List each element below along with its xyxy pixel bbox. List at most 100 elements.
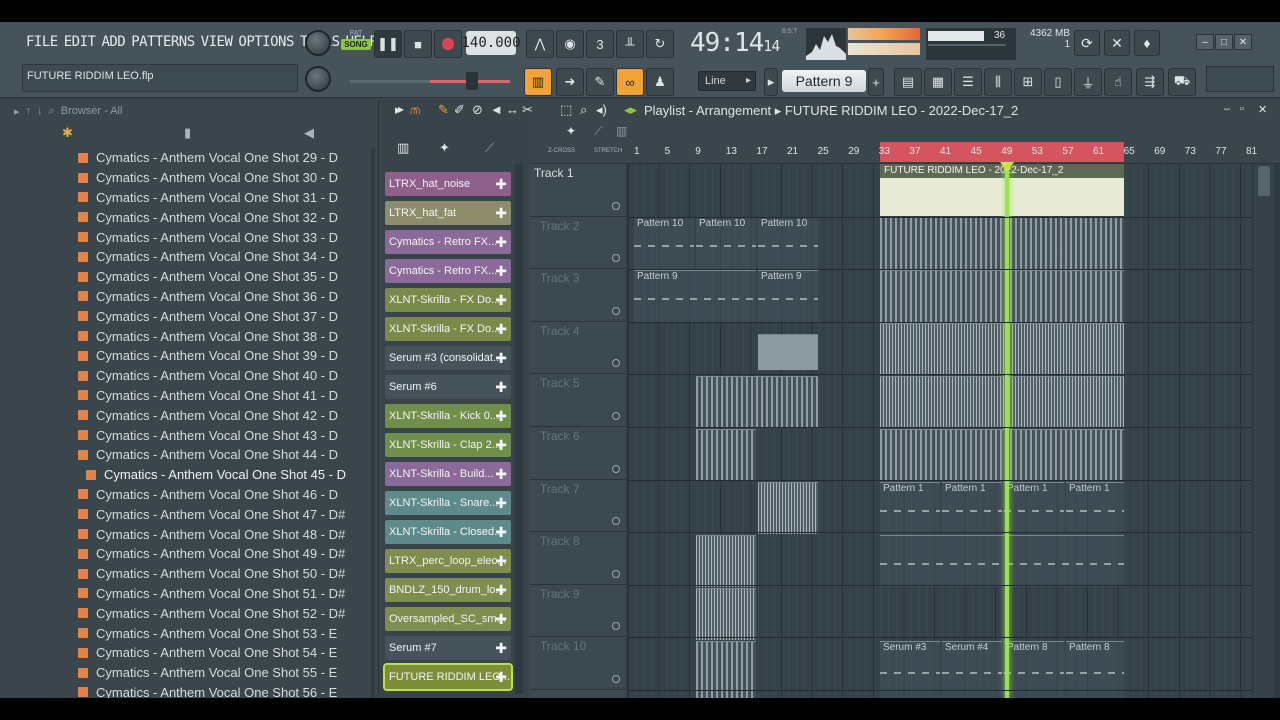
metronome-view-button[interactable]: ♟ [646, 68, 674, 96]
drag-handle-icon[interactable]: ✚ [495, 321, 507, 338]
drag-handle-icon[interactable]: ✚ [495, 553, 507, 570]
pause-button[interactable]: ❚❚ [374, 30, 402, 58]
metronome-button[interactable]: ⋀ [526, 30, 554, 58]
clip-kick[interactable] [696, 429, 756, 481]
channel-item[interactable]: XLNT-Skrilla - Closed... ✚ [385, 520, 511, 544]
clip-snare-roll[interactable] [758, 482, 818, 534]
track-header[interactable]: Track 10 [530, 637, 626, 690]
drag-handle-icon[interactable]: ✚ [495, 234, 507, 251]
pl-minimize-button[interactable]: – [1224, 103, 1230, 115]
plugin-button[interactable]: ⏚ [1074, 68, 1102, 96]
track-mute-icon[interactable] [612, 411, 620, 420]
drag-handle-icon[interactable]: ✚ [495, 350, 507, 367]
clip-pattern-10[interactable]: Pattern 10 [634, 217, 694, 269]
track-mute-icon[interactable] [612, 622, 620, 631]
slider-thumb[interactable] [466, 72, 478, 90]
drag-handle-icon[interactable]: ✚ [495, 408, 507, 425]
menu-view[interactable]: VIEW [201, 34, 233, 50]
browser-scrollbar[interactable] [371, 148, 375, 698]
drag-handle-icon[interactable]: ✚ [495, 205, 507, 222]
track-mute-icon[interactable] [612, 674, 620, 683]
file-button[interactable]: ▯ [1044, 68, 1072, 96]
pl-close-button[interactable]: ✕ [1258, 103, 1267, 116]
clip-pattern-1[interactable]: Pattern 1 [880, 482, 940, 534]
browser-item[interactable]: Cymatics - Anthem Vocal One Shot 40 - D [6, 366, 376, 386]
browser-item[interactable]: Cymatics - Anthem Vocal One Shot 44 - D [6, 445, 376, 465]
track-mute-icon[interactable] [612, 359, 620, 368]
drag-handle-icon[interactable]: ✚ [495, 669, 507, 686]
mute-icon[interactable]: ◄ [490, 102, 503, 117]
browser-item[interactable]: Cymatics - Anthem Vocal One Shot 48 - D# [6, 524, 376, 544]
drag-handle-icon[interactable]: ✚ [495, 582, 507, 599]
track-mute-icon[interactable] [612, 254, 620, 263]
delete-icon[interactable]: ⊘ [472, 102, 483, 118]
arrangement-grid[interactable]: FUTURE RIDDIM LEO - 2022-Dec-17_2 Patter… [628, 164, 1252, 698]
clip-perc[interactable] [880, 270, 1124, 322]
paint-icon[interactable]: ✐ [454, 102, 465, 118]
track-mute-icon[interactable] [612, 306, 620, 315]
render-button[interactable]: ⇶ [1136, 68, 1164, 96]
drag-handle-icon[interactable]: ✚ [495, 437, 507, 454]
select-icon[interactable]: ⬚ [560, 102, 572, 118]
arrow-down-icon[interactable]: ↓ [37, 105, 43, 117]
channel-item[interactable]: XLNT-Skrilla - Kick 0... ✚ [385, 404, 511, 428]
track-header[interactable]: Track 7 [530, 480, 626, 533]
toolbar-play-icon[interactable]: ▸ [398, 102, 404, 116]
menu-add[interactable]: ADD [101, 34, 125, 50]
drag-handle-icon[interactable]: ✚ [495, 263, 507, 280]
channel-item[interactable]: LTRX_hat_noise ✚ [385, 172, 511, 196]
track-header[interactable]: Track 6 [530, 427, 626, 480]
piano-roll-button[interactable]: ▦ [924, 68, 952, 96]
browser-item[interactable]: Cymatics - Anthem Vocal One Shot 32 - D [6, 207, 376, 227]
clip-pattern-1[interactable]: Pattern 1 [1004, 482, 1064, 534]
browser-item[interactable]: Cymatics - Anthem Vocal One Shot 51 - D# [6, 584, 376, 604]
chevron-right-icon[interactable]: ▸ [14, 105, 20, 118]
drag-handle-icon[interactable]: ✚ [495, 611, 507, 628]
browser-item[interactable]: Cymatics - Anthem Vocal One Shot 38 - D [6, 326, 376, 346]
playback-icon[interactable]: ◂) [596, 102, 607, 118]
clip-drum-loop[interactable] [696, 535, 756, 587]
browser-item[interactable]: Cymatics - Anthem Vocal One Shot 45 - D [6, 465, 376, 485]
browser-item[interactable]: Cymatics - Anthem Vocal One Shot 30 - D [6, 168, 376, 188]
all-tab-icon[interactable]: ✱ [62, 125, 73, 141]
browser-item[interactable]: Cymatics - Anthem Vocal One Shot 55 - E [6, 663, 376, 683]
arrow-up-icon[interactable]: ↑ [26, 105, 32, 117]
pattern-selector[interactable]: Pattern 9 [782, 70, 866, 92]
pat-song-toggle[interactable]: PAT SONG [341, 30, 371, 58]
channel-item[interactable]: BNDLZ_150_drum_lo... ✚ [385, 578, 511, 602]
playlist-view-button[interactable]: ▤ [894, 68, 922, 96]
clip-synth[interactable] [880, 376, 1124, 428]
track-header[interactable]: Track 2 [530, 217, 626, 270]
master-pitch-knob[interactable] [305, 66, 331, 92]
step-edit-button[interactable]: ╨ [616, 30, 644, 58]
browser-item[interactable]: Cymatics - Anthem Vocal One Shot 50 - D# [6, 564, 376, 584]
clip-clap[interactable] [880, 535, 1124, 587]
browser-item[interactable]: Cymatics - Anthem Vocal One Shot 56 - E [6, 683, 376, 698]
record-button[interactable] [434, 30, 462, 58]
browser-item[interactable]: Cymatics - Anthem Vocal One Shot 33 - D [6, 227, 376, 247]
clip-build[interactable] [696, 376, 818, 428]
audio-list-icon[interactable]: ✦ [439, 140, 450, 156]
search-icon[interactable]: ⌕ [49, 105, 55, 118]
browser-item[interactable]: Cymatics - Anthem Vocal One Shot 29 - D [6, 148, 376, 168]
pencil-icon[interactable]: ✎ [438, 102, 449, 118]
browser-item[interactable]: Cymatics - Anthem Vocal One Shot 35 - D [6, 267, 376, 287]
browser-item[interactable]: Cymatics - Anthem Vocal One Shot 37 - D [6, 306, 376, 326]
playhead[interactable] [1005, 164, 1009, 698]
master-volume-knob[interactable] [305, 30, 331, 56]
clip-pattern-10[interactable]: Pattern 10 [758, 217, 818, 269]
link-button[interactable]: ∞ [616, 68, 644, 96]
channel-item[interactable]: Serum #7 ✚ [385, 636, 511, 660]
pl-maximize-button[interactable]: ▫ [1240, 103, 1244, 115]
browser-item[interactable]: Cymatics - Anthem Vocal One Shot 53 - E [6, 623, 376, 643]
ramp-icon[interactable]: ⟋ [594, 124, 602, 139]
track-header[interactable]: Track 3 [530, 269, 626, 322]
clip-pattern-1[interactable]: Pattern 1 [942, 482, 1002, 534]
timeline-ruler[interactable]: Z-CROSS STRETCH 1 5 9 13 17 21 25 29 33 37 41 45 49 5… [530, 142, 1280, 164]
browser-button[interactable]: ⊞ [1014, 68, 1042, 96]
drag-handle-icon[interactable]: ✚ [495, 176, 507, 193]
clip-loop[interactable] [696, 588, 756, 640]
menu-file[interactable]: FILE [26, 34, 58, 50]
channel-item[interactable]: XLNT-Skrilla - Clap 2... ✚ [385, 433, 511, 457]
refresh-button[interactable]: ⟳ [1074, 30, 1100, 56]
